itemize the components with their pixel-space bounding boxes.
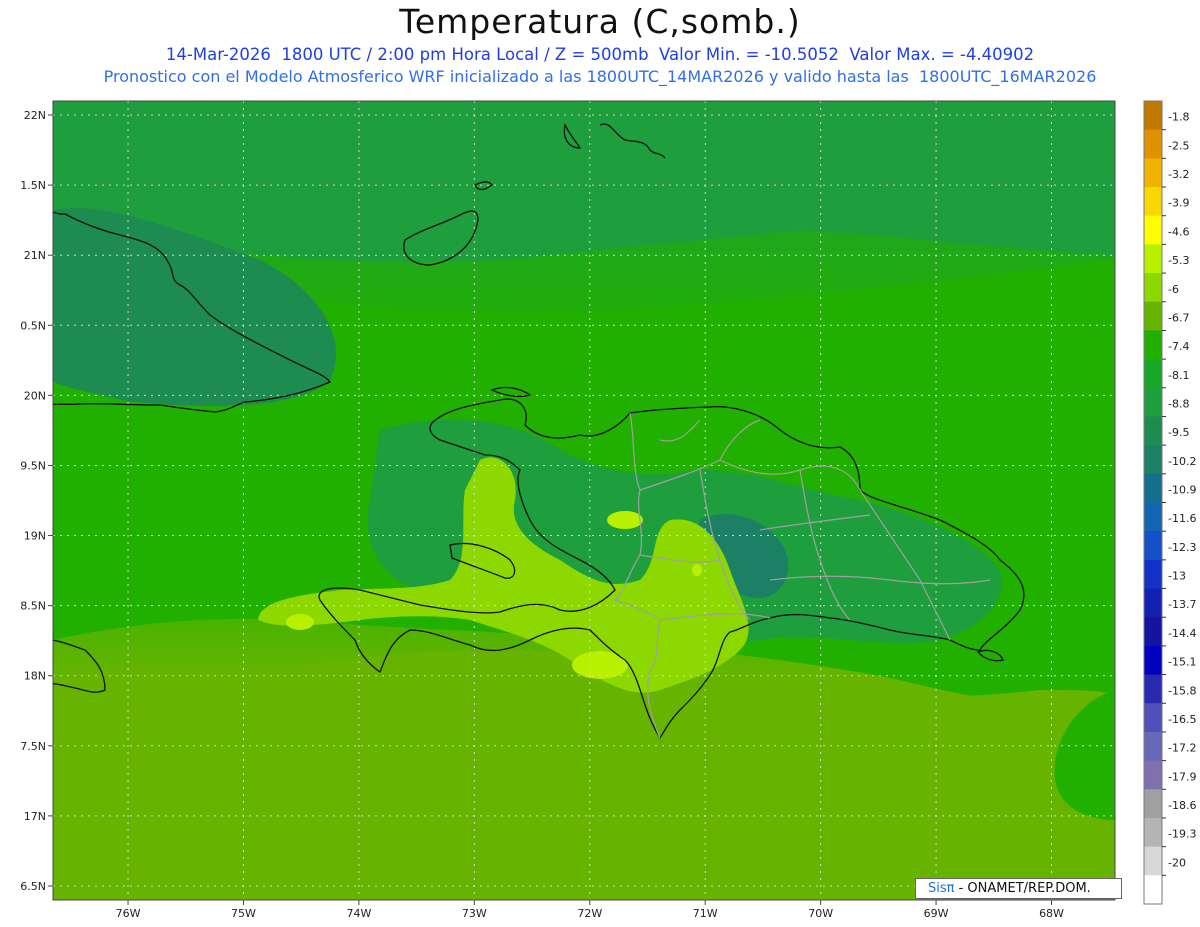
colorbar-label: -8.1 — [1168, 369, 1189, 382]
colorbar-label: -3.9 — [1168, 197, 1189, 210]
colorbar-swatch — [1144, 703, 1162, 733]
x-tick-label: 72W — [577, 907, 602, 920]
colorbar-label: -15.8 — [1168, 684, 1196, 697]
colorbar-swatch — [1144, 559, 1162, 590]
colorbar-label: -17.9 — [1168, 770, 1196, 783]
colorbar-swatch — [1144, 875, 1162, 905]
colorbar-swatch — [1144, 330, 1162, 360]
colorbar-swatch — [1144, 273, 1162, 303]
colorbar-label: -3.2 — [1168, 168, 1189, 181]
colorbar-label: -18.6 — [1168, 799, 1196, 812]
y-tick-label: 1.5N — [20, 179, 46, 192]
colorbar-swatch — [1144, 101, 1162, 131]
plot-area — [53, 101, 1115, 900]
colorbar-swatch — [1144, 215, 1162, 245]
colorbar-swatch — [1144, 158, 1162, 188]
colorbar-label: -1.8 — [1168, 111, 1189, 124]
colorbar-swatch — [1144, 129, 1162, 159]
colorbar-swatch — [1144, 187, 1162, 217]
y-tick-label: 9.5N — [20, 459, 46, 472]
y-tick-label: 8.5N — [20, 600, 46, 613]
colorbar-label: -2.5 — [1168, 139, 1189, 152]
colorbar-swatch — [1144, 502, 1162, 532]
colorbar-swatch — [1144, 244, 1162, 274]
colorbar-swatch — [1144, 531, 1162, 561]
credit-brand: Sisπ — [928, 881, 955, 896]
x-tick-label: 70W — [808, 907, 833, 920]
colorbar-swatch — [1144, 789, 1162, 819]
colorbar-swatch — [1144, 416, 1162, 446]
field-band-north — [53, 101, 1115, 262]
colorbar-label: -8.8 — [1168, 397, 1189, 410]
colorbar-label: -5.3 — [1168, 254, 1189, 267]
colorbar-label: -15.1 — [1168, 656, 1196, 669]
colorbar-swatch — [1144, 645, 1162, 676]
colorbar-swatch — [1144, 301, 1162, 331]
colorbar-swatch — [1144, 387, 1162, 417]
x-tick-label: 68W — [1039, 907, 1064, 920]
colorbar-swatch — [1144, 846, 1162, 876]
colorbar-label: -19.3 — [1168, 828, 1196, 841]
colorbar-label: -10.9 — [1168, 484, 1196, 497]
x-tick-label: 76W — [116, 907, 141, 920]
y-tick-label: 17N — [24, 810, 46, 823]
colorbar-label: -20 — [1168, 856, 1186, 869]
field-spot-warmest-3 — [286, 614, 314, 630]
colorbar-label: -7.4 — [1168, 340, 1189, 353]
x-tick-label: 71W — [693, 907, 718, 920]
colorbar-label: -14.4 — [1168, 627, 1196, 640]
y-tick-label: 6.5N — [20, 880, 46, 893]
colorbar-swatch — [1144, 445, 1162, 475]
colorbar-label: -16.5 — [1168, 713, 1196, 726]
colorbar-label: -6 — [1168, 283, 1179, 296]
y-tick-label: 21N — [24, 249, 46, 262]
colorbar-swatch — [1144, 617, 1162, 647]
colorbar-label: -11.6 — [1168, 512, 1196, 525]
colorbar-label: -12.3 — [1168, 541, 1196, 554]
x-tick-label: 69W — [924, 907, 949, 920]
field-spot-warmest-1 — [572, 651, 628, 679]
colorbar-swatch — [1144, 731, 1162, 762]
colorbar-label: -6.7 — [1168, 311, 1189, 324]
field-spot-warmest-4 — [607, 511, 643, 529]
colorbar-label: -17.2 — [1168, 742, 1196, 755]
credit-box: Sisπ - ONAMET/REP.DOM. — [915, 878, 1122, 899]
colorbar-swatch — [1144, 817, 1162, 848]
colorbar-label: -13 — [1168, 570, 1186, 583]
y-tick-label: 18N — [24, 670, 46, 683]
colorbar-label: -13.7 — [1168, 598, 1196, 611]
y-tick-label: 0.5N — [20, 319, 46, 332]
x-tick-label: 73W — [462, 907, 487, 920]
colorbar-swatch — [1144, 760, 1162, 790]
colorbar-swatch — [1144, 473, 1162, 503]
colorbar-swatch — [1144, 588, 1162, 618]
y-tick-label: 20N — [24, 389, 46, 402]
y-tick-label: 19N — [24, 530, 46, 543]
x-tick-label: 75W — [231, 907, 256, 920]
y-tick-label: 7.5N — [20, 740, 46, 753]
field-spot-warmest-2 — [692, 564, 702, 576]
colorbar-label: -10.2 — [1168, 455, 1196, 468]
x-tick-label: 74W — [346, 907, 371, 920]
colorbar-label: -4.6 — [1168, 225, 1189, 238]
colorbar-swatch — [1144, 359, 1162, 389]
colorbar-label: -9.5 — [1168, 426, 1189, 439]
colorbar-swatch — [1144, 674, 1162, 704]
y-tick-label: 22N — [24, 109, 46, 122]
colorbar: -1.8 -2.5 -3.2 -3.9 -4.6 -5.3 -6 -6.7 -7.4 -8.1 -8… — [1143, 100, 1196, 905]
temperature-map: 76W 75W 74W 73W 72W 71W 70W 69W 68W 22N 1.5N 21N 0.5… — [20, 100, 1196, 920]
credit-text: - ONAMET/REP.DOM. — [958, 881, 1091, 896]
